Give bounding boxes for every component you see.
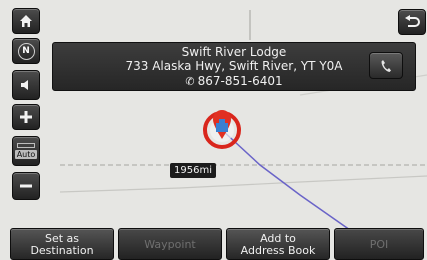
volume-button[interactable] — [12, 70, 40, 100]
plus-icon — [20, 111, 32, 123]
minus-icon — [20, 184, 32, 188]
north-up-button[interactable]: N — [12, 38, 40, 64]
add-to-address-book-button[interactable]: Add to Address Book — [226, 228, 330, 260]
home-icon — [20, 15, 32, 27]
phone-small-icon: ✆ — [185, 75, 195, 88]
north-label: N — [22, 45, 30, 56]
poi-address: 733 Alaska Hwy, Swift River, YT Y0A — [125, 59, 343, 73]
set-as-destination-label: Set as Destination — [30, 231, 94, 257]
auto-zoom-icon — [17, 143, 35, 148]
add-to-address-book-label: Add to Address Book — [240, 231, 316, 257]
bottom-action-bar: Set as Destination Waypoint Add to Addre… — [0, 226, 427, 260]
home-button[interactable] — [12, 8, 40, 34]
compass-north-icon: N — [17, 42, 35, 60]
poi-button[interactable]: POI — [334, 228, 424, 260]
speaker-icon — [21, 80, 28, 90]
distance-label: 1956mi — [170, 163, 216, 178]
poi-phone-line: ✆ 867-851-6401 — [53, 74, 415, 89]
destination-marker-icon[interactable] — [203, 110, 241, 149]
auto-zoom-button[interactable]: Auto — [12, 136, 40, 166]
map-canvas[interactable] — [0, 0, 427, 260]
waypoint-label: Waypoint — [144, 237, 196, 251]
poi-phone: 867-851-6401 — [197, 74, 283, 88]
waypoint-button[interactable]: Waypoint — [118, 228, 222, 260]
zoom-out-button[interactable] — [12, 172, 40, 200]
back-button[interactable] — [398, 9, 426, 35]
poi-label: POI — [369, 237, 389, 251]
auto-label: Auto — [14, 150, 38, 159]
poi-name: Swift River Lodge — [181, 45, 287, 59]
back-arrow-icon — [405, 15, 420, 27]
phone-icon — [381, 59, 391, 72]
poi-info-panel: Swift River Lodge 733 Alaska Hwy, Swift … — [52, 42, 416, 91]
call-button[interactable] — [369, 52, 403, 79]
zoom-in-button[interactable] — [12, 104, 40, 130]
set-as-destination-button[interactable]: Set as Destination — [10, 228, 114, 260]
navigation-screen: N Auto Swift River Lodge 733 Alaska Hwy,… — [0, 0, 427, 260]
